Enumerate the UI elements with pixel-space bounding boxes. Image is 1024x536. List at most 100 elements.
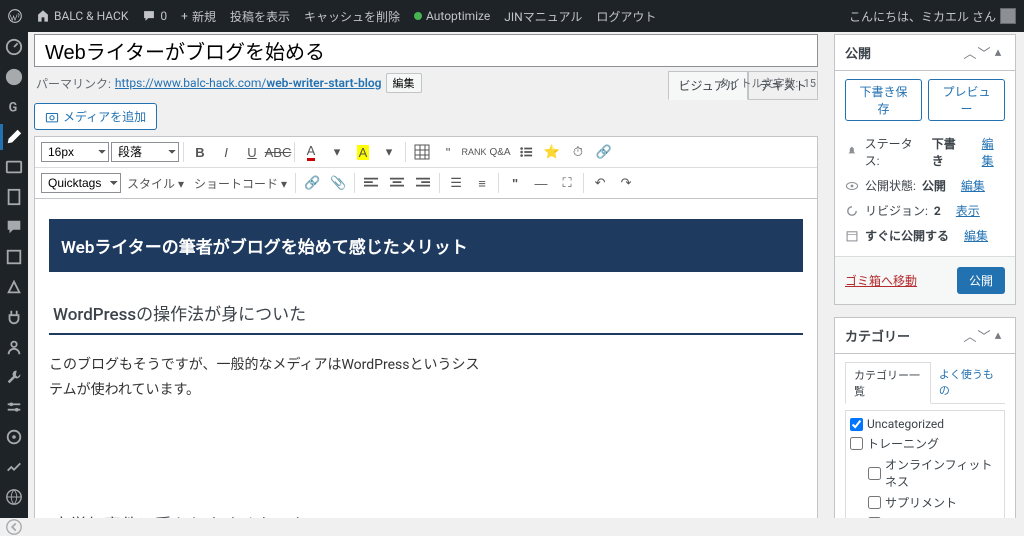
- category-item[interactable]: トレーニング: [850, 433, 1000, 454]
- category-item[interactable]: Uncategorized: [850, 415, 1000, 433]
- format-select[interactable]: 段落: [111, 142, 179, 162]
- strike-button[interactable]: ABC: [266, 140, 290, 164]
- media-icon[interactable]: [5, 158, 23, 176]
- edit-visibility-link[interactable]: 編集: [961, 177, 985, 194]
- chevron-up-icon[interactable]: ︿: [963, 43, 977, 62]
- edit-permalink-button[interactable]: 編集: [386, 73, 422, 93]
- rank-button[interactable]: RANK: [462, 140, 486, 164]
- link-button[interactable]: 🔗: [300, 171, 324, 195]
- category-item[interactable]: サプリメント: [850, 492, 1000, 513]
- post-title-input[interactable]: [34, 34, 818, 67]
- qa-button[interactable]: Q&A: [488, 140, 512, 164]
- align-left-button[interactable]: [359, 171, 383, 195]
- shortcode-dropdown[interactable]: ショートコード ▾: [190, 175, 291, 192]
- category-checkbox[interactable]: [850, 437, 863, 450]
- chevron-down-icon[interactable]: ﹀: [977, 326, 991, 345]
- italic-button[interactable]: I: [214, 140, 238, 164]
- fullscreen-button[interactable]: ⛶: [555, 171, 579, 195]
- font-size-select[interactable]: 16px: [41, 142, 109, 162]
- publish-button[interactable]: 公開: [957, 267, 1005, 294]
- users-icon[interactable]: [5, 338, 23, 356]
- save-draft-button[interactable]: 下書き保存: [845, 79, 922, 121]
- settings-icon[interactable]: [5, 398, 23, 416]
- forecolor-button[interactable]: A: [299, 140, 323, 164]
- autoptimize-link[interactable]: Autoptimize: [414, 9, 490, 23]
- comments-icon[interactable]: [5, 218, 23, 236]
- category-item[interactable]: ノウハウ: [850, 513, 1000, 518]
- forecolor-picker-button[interactable]: ▾: [325, 140, 349, 164]
- pages-icon[interactable]: [5, 188, 23, 206]
- view-post-link[interactable]: 投稿を表示: [230, 8, 290, 25]
- user-greeting[interactable]: こんにちは、ミカエル さん: [849, 8, 1016, 25]
- toggle-icon[interactable]: ▴: [991, 45, 1005, 60]
- category-label: オンラインフィットネス: [885, 456, 1000, 490]
- category-tab-used[interactable]: よく使うもの: [931, 362, 1005, 403]
- posts-icon[interactable]: [5, 128, 23, 146]
- seo-icon[interactable]: [5, 458, 23, 476]
- category-box: カテゴリー ︿ ﹀ ▴ カテゴリー一覧 よく使うもの Uncategorized…: [834, 317, 1016, 518]
- align-right-button[interactable]: [411, 171, 435, 195]
- link-box-button[interactable]: 🔗: [592, 140, 616, 164]
- hr-button[interactable]: —: [529, 171, 553, 195]
- chevron-up-icon[interactable]: ︿: [963, 326, 977, 345]
- category-item[interactable]: オンラインフィットネス: [850, 454, 1000, 492]
- table-button[interactable]: [410, 140, 434, 164]
- browse-revisions-link[interactable]: 表示: [956, 202, 980, 219]
- avatar: [1000, 8, 1016, 24]
- quote-button[interactable]: ": [503, 171, 527, 195]
- move-to-trash-link[interactable]: ゴミ箱へ移動: [845, 272, 917, 289]
- edit-status-link[interactable]: 編集: [982, 135, 1005, 169]
- editor-content[interactable]: Webライターの筆者がブログを始めて感じたメリット WordPressの操作法が…: [34, 199, 818, 518]
- collapse-icon[interactable]: [5, 518, 23, 536]
- cache-icon[interactable]: [5, 428, 23, 446]
- dashboard-icon[interactable]: [5, 38, 23, 56]
- category-tab-all[interactable]: カテゴリー一覧: [845, 362, 931, 404]
- content-h2: Webライターの筆者がブログを始めて感じたメリット: [49, 219, 803, 272]
- backcolor-picker-button[interactable]: ▾: [377, 140, 401, 164]
- wp-logo[interactable]: [8, 9, 22, 23]
- review-button[interactable]: ⭐: [540, 140, 564, 164]
- tools-icon[interactable]: [5, 368, 23, 386]
- align-center-button[interactable]: [385, 171, 409, 195]
- logout-link[interactable]: ログアウト: [596, 8, 656, 25]
- content-h3-1: WordPressの操作法が身についた: [49, 292, 803, 335]
- jetpack-icon[interactable]: [5, 68, 23, 86]
- comments-link[interactable]: 0: [142, 9, 167, 23]
- category-checkbox[interactable]: [868, 467, 881, 480]
- appearance-icon[interactable]: [5, 278, 23, 296]
- new-link[interactable]: + 新規: [181, 8, 216, 25]
- underline-button[interactable]: U: [240, 140, 264, 164]
- content-h3-2: 高単価案件に受かりやすくなった: [49, 503, 803, 518]
- feedback-icon[interactable]: [5, 248, 23, 266]
- chevron-down-icon[interactable]: ﹀: [977, 43, 991, 62]
- toggle-icon[interactable]: ▴: [991, 328, 1005, 343]
- calendar-icon: [845, 229, 859, 243]
- globe-icon[interactable]: [5, 488, 23, 506]
- pin-icon: [845, 145, 859, 159]
- undo-button[interactable]: ↶: [588, 171, 612, 195]
- clear-cache-link[interactable]: キャッシュを削除: [304, 8, 400, 25]
- preview-button[interactable]: プレビュー: [928, 79, 1005, 121]
- permalink-link[interactable]: https://www.balc-hack.com/web-writer-sta…: [115, 76, 382, 90]
- quicktags-select[interactable]: Quicktags: [41, 173, 121, 193]
- jin-manual-link[interactable]: JINマニュアル: [504, 8, 582, 25]
- backcolor-button[interactable]: A: [351, 140, 375, 164]
- edit-date-link[interactable]: 編集: [964, 227, 988, 244]
- style-dropdown[interactable]: スタイル ▾: [123, 175, 188, 192]
- category-checkbox[interactable]: [850, 418, 863, 431]
- clip-button[interactable]: 📎: [326, 171, 350, 195]
- blockquote-button[interactable]: ": [436, 140, 460, 164]
- autoptimize-status-icon: [414, 12, 422, 20]
- add-media-button[interactable]: メディアを追加: [34, 103, 157, 130]
- eye-icon: [845, 179, 859, 193]
- timeline-button[interactable]: ⏱: [566, 140, 590, 164]
- bold-button[interactable]: B: [188, 140, 212, 164]
- redo-button[interactable]: ↷: [614, 171, 638, 195]
- ol-button[interactable]: ≡: [470, 171, 494, 195]
- ul-button[interactable]: ☰: [444, 171, 468, 195]
- site-link[interactable]: BALC & HACK: [36, 9, 128, 23]
- google-icon[interactable]: G: [5, 98, 23, 116]
- category-checkbox[interactable]: [868, 496, 881, 509]
- list-button[interactable]: [514, 140, 538, 164]
- plugins-icon[interactable]: [5, 308, 23, 326]
